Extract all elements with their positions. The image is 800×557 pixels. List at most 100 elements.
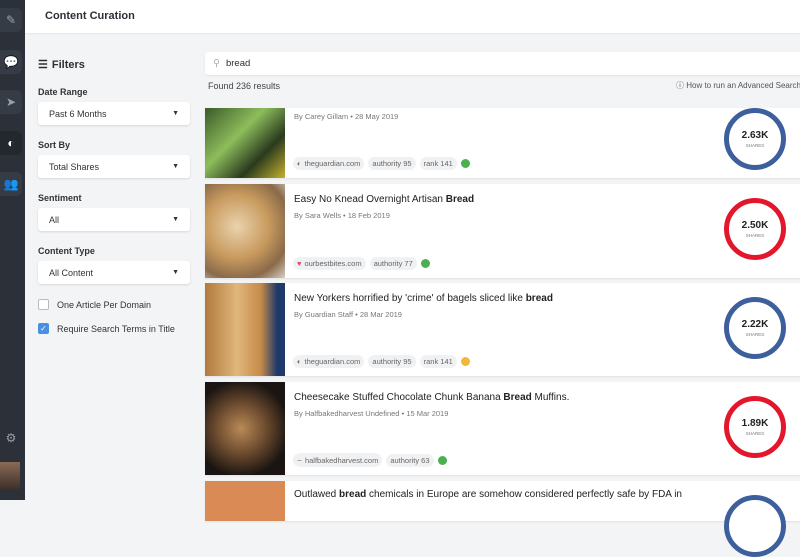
caret-down-icon: ▼ [172,216,179,223]
result-card[interactable]: Outlawed bread chemicals in Europe are s… [205,481,800,557]
shares-label: SHARES [745,143,765,148]
authority-tag: authority 95 [368,355,416,368]
search-icon: ⚲ [213,58,220,69]
result-card[interactable]: New Yorkers horrified by 'crime' of bage… [205,283,800,376]
article-thumbnail [205,481,285,521]
discover-icon[interactable]: ◐ [0,131,22,155]
title-highlight: bread [339,489,367,500]
site-icon: ⌣ [297,455,302,464]
page-title: Content Curation [45,10,135,22]
date-range-select[interactable]: Past 6 Months ▼ [38,102,190,125]
byline: By Guardian Staff • 28 Mar 2019 [294,310,402,319]
gear-icon[interactable]: ⚙ [0,426,22,450]
checkbox-checked[interactable]: ✓ [38,323,49,334]
shares-label: SHARES [745,332,765,337]
caret-down-icon: ▼ [172,163,179,170]
domain: halfbakedharvest.com [304,455,379,465]
title-text: Muffins. [531,392,570,403]
domain-tag[interactable]: ⌣ halfbakedharvest.com [293,453,383,467]
content-type-select[interactable]: All Content ▼ [38,261,190,284]
shares-ring [724,495,786,557]
sort-by-value: Total Shares [49,161,100,172]
advanced-search-link[interactable]: ⓘ How to run an Advanced Search [676,80,800,91]
status-dot [460,357,470,366]
title-text: New Yorkers horrified by 'crime' of bage… [294,293,526,304]
advanced-search-label: How to run an Advanced Search [686,81,800,90]
domain: theguardian.com [304,159,361,168]
filters-title: Filters [51,58,85,71]
sentiment-value: All [49,214,60,225]
search-value: bread [225,58,251,69]
heart-icon: ♥ [297,259,302,268]
article-title[interactable]: Outlawed bread chemicals in Europe are s… [294,489,682,500]
sentiment-label: Sentiment [38,193,82,203]
search-input[interactable]: ⚲ bread [205,52,800,75]
title-text: chemicals in Europe are somehow consider… [366,489,682,500]
shares-count: 1.89K [741,418,769,429]
one-per-domain-label: One Article Per Domain [57,299,152,310]
header: Content Curation [25,0,800,33]
shares-ring: 2.63K SHARES [724,108,786,170]
curate-icon[interactable]: ✎ [0,8,22,32]
date-range-value: Past 6 Months [49,108,107,119]
title-highlight: Bread [503,392,532,403]
domain-tag[interactable]: ◐ theguardian.com [293,157,365,170]
authority-tag: authority 63 [386,453,434,467]
content-type-value: All Content [49,267,94,278]
article-title[interactable]: Easy No Knead Overnight Artisan Bread [294,194,474,205]
result-card[interactable]: Easy No Knead Overnight Artisan Bread By… [205,184,800,278]
sort-by-label: Sort By [38,140,71,150]
article-thumbnail [205,382,285,475]
guardian-icon: ◐ [297,159,302,168]
guardian-icon: ◐ [297,357,302,366]
status-dot [437,455,447,465]
shares-ring: 1.89K SHARES [724,396,786,458]
domain: ourbestbites.com [304,259,362,268]
require-terms-label: Require Search Terms in Title [57,323,175,334]
shares-ring: 2.50K SHARES [724,198,786,260]
article-thumbnail [205,108,285,178]
title-highlight: Bread [445,194,475,205]
article-meta: ♥ ourbestbites.com authority 77 [293,257,430,270]
shares-count: 2.50K [741,220,769,231]
domain: theguardian.com [304,357,361,366]
one-per-domain-checkbox[interactable]: One Article Per Domain [38,299,190,310]
article-title[interactable]: New Yorkers horrified by 'crime' of bage… [294,293,553,304]
send-icon[interactable]: ➤ [0,90,22,114]
title-text: Easy No Knead Overnight Artisan [294,194,446,205]
title-text: Cheesecake Stuffed Chocolate Chunk Banan… [294,392,504,403]
authority-tag: authority 77 [369,257,417,270]
byline: By Sara Wells • 18 Feb 2019 [294,211,390,220]
shares-count: 2.22K [741,319,769,330]
title-text: Outlawed [294,489,340,500]
sort-by-select[interactable]: Total Shares ▼ [38,155,190,178]
users-icon[interactable]: 👥 [0,172,22,196]
article-meta: ◐ theguardian.com authority 95 rank 141 [293,355,470,368]
caret-down-icon: ▼ [172,110,179,117]
article-title[interactable]: Cheesecake Stuffed Chocolate Chunk Banan… [294,392,569,403]
authority-tag: authority 95 [368,157,416,170]
checkbox-box[interactable] [38,299,49,310]
byline: By Halfbakedharvest Undefined • 15 Mar 2… [294,409,449,418]
info-icon: ⓘ [676,81,684,90]
caret-down-icon: ▼ [172,269,179,276]
status-dot [460,159,470,168]
shares-ring: 2.22K SHARES [724,297,786,359]
result-card[interactable]: Cheesecake Stuffed Chocolate Chunk Banan… [205,382,800,475]
require-terms-checkbox[interactable]: ✓ Require Search Terms in Title [38,323,190,334]
result-card[interactable]: By Carey Gillam • 28 May 2019 ◐ theguardi… [205,108,800,178]
title-highlight: bread [525,293,553,304]
sentiment-select[interactable]: All ▼ [38,208,190,231]
content-type-label: Content Type [38,246,95,256]
filters-panel: ☰ Filters Date Range Past 6 Months ▼ Sort … [38,58,190,347]
date-range-label: Date Range [38,87,88,97]
shares-count: 2.63K [741,130,769,141]
article-thumbnail [205,184,285,278]
chat-icon[interactable]: 💬 [0,50,22,74]
domain-tag[interactable]: ♥ ourbestbites.com [293,257,366,270]
article-meta: ◐ theguardian.com authority 95 rank 141 [293,157,470,170]
results-count: Found 236 results [208,81,281,91]
avatar[interactable] [0,462,20,490]
domain-tag[interactable]: ◐ theguardian.com [293,355,365,368]
shares-label: SHARES [745,233,765,238]
